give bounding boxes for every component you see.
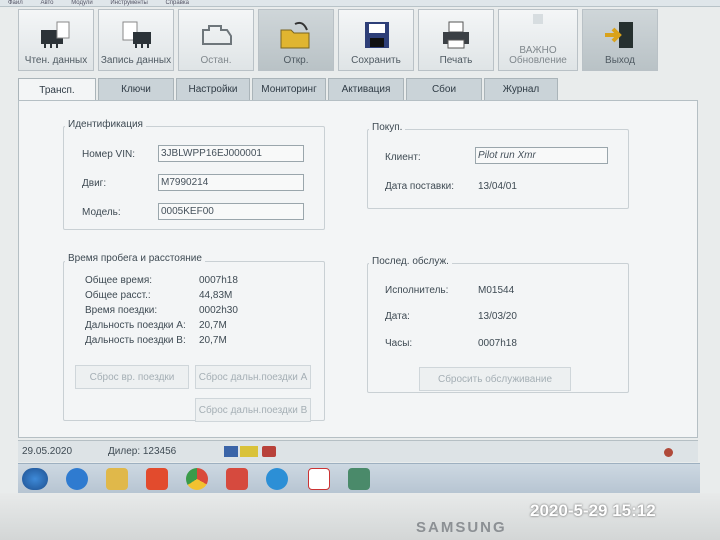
diagnostic-app-icon[interactable] [348, 468, 370, 490]
menu-auto[interactable]: Авто [40, 0, 53, 6]
delivery-date-value: 13/04/01 [478, 181, 517, 192]
start-button-icon[interactable] [22, 468, 48, 490]
update-icon [521, 10, 555, 40]
executor-value: M01544 [478, 285, 515, 296]
tab-log[interactable]: Журнал [484, 78, 558, 100]
engine-stop-icon [199, 20, 233, 50]
read-data-icon [39, 20, 73, 50]
write-data-label: Запись данных [100, 55, 172, 66]
photo-timestamp: 2020-5-29 15:12 [530, 501, 656, 520]
engine-label: Двиг: [82, 178, 107, 189]
trip-time-label: Время поездки: [85, 305, 158, 316]
reset-service-button[interactable]: Сбросить обслуживание [419, 367, 571, 391]
vin-field[interactable]: 3JBLWPP16EJ000001 [158, 145, 304, 162]
floppy-save-icon [359, 20, 393, 50]
transport-panel: Идентификация Номер VIN: 3JBLWPP16EJ0000… [18, 100, 698, 438]
menu-bar: Файл Авто Модули Инструменты Справка [0, 0, 720, 7]
connection-icon [262, 446, 276, 457]
executor-label: Исполнитель: [385, 285, 449, 296]
menu-modules[interactable]: Модули [71, 0, 93, 6]
tab-activation[interactable]: Активация [328, 78, 404, 100]
total-time-label: Общее время: [85, 275, 153, 286]
save-label: Сохранить [351, 55, 401, 66]
write-data-icon [119, 20, 153, 50]
read-data-button[interactable]: Чтен. данных [18, 9, 94, 71]
tab-settings[interactable]: Настройки [176, 78, 250, 100]
open-label: Откр. [283, 55, 309, 66]
trip-a-label: Дальность поездки А: [85, 320, 186, 331]
service-hours-label: Часы: [385, 338, 413, 349]
write-data-button[interactable]: Запись данных [98, 9, 174, 71]
yandex-icon[interactable] [308, 468, 330, 490]
tab-strip: Трансп. Ключи Настройки Мониторинг Актив… [18, 78, 698, 102]
trip-b-value: 20,7M [199, 335, 227, 346]
engine-stop-label: Остан. [200, 55, 232, 66]
delivery-date-label: Дата поставки: [385, 181, 454, 192]
ie-browser-icon[interactable] [66, 468, 88, 490]
service-date-label: Дата: [385, 311, 410, 322]
identification-title: Идентификация [65, 119, 146, 130]
open-button[interactable]: Откр. [258, 9, 334, 71]
menu-tools[interactable]: Инструменты [110, 0, 147, 6]
engine-field[interactable]: M7990214 [158, 174, 304, 191]
model-label: Модель: [82, 207, 121, 218]
reset-trip-time-button[interactable]: Сброс вр. поездки [75, 365, 189, 389]
model-field[interactable]: 0005KEF00 [158, 203, 304, 220]
mileage-title: Время пробега и расстояние [65, 253, 205, 264]
exit-label: Выход [605, 55, 635, 66]
save-button[interactable]: Сохранить [338, 9, 414, 71]
chrome-icon[interactable] [186, 468, 208, 490]
trip-a-value: 20,7M [199, 320, 227, 331]
trip-b-label: Дальность поездки B: [85, 335, 186, 346]
update-button[interactable]: ВАЖНО Обновление [498, 9, 578, 71]
print-label: Печать [439, 55, 473, 66]
status-indicator-icon [664, 448, 673, 457]
engine-stop-button[interactable]: Остан. [178, 9, 254, 71]
open-folder-icon [279, 20, 313, 50]
file-explorer-icon[interactable] [106, 468, 128, 490]
network-icon [224, 446, 238, 457]
tab-faults[interactable]: Сбои [406, 78, 482, 100]
menu-file[interactable]: Файл [8, 0, 23, 6]
tab-transport[interactable]: Трансп. [18, 78, 96, 102]
client-label: Клиент: [385, 152, 421, 163]
taskbar [18, 463, 700, 493]
total-distance-value: 44,83M [199, 290, 233, 301]
total-distance-label: Общее расст.: [85, 290, 151, 301]
trip-time-value: 0002h30 [199, 305, 238, 316]
exit-button[interactable]: Выход [582, 9, 658, 71]
printer-icon [439, 20, 473, 50]
tab-keys[interactable]: Ключи [98, 78, 174, 100]
read-data-label: Чтен. данных [24, 55, 88, 66]
exit-door-icon [603, 20, 637, 50]
purchase-title: Покуп. [369, 122, 406, 133]
purchase-group [367, 129, 629, 209]
media-player-icon[interactable] [146, 468, 168, 490]
client-field[interactable]: Pilot run Xmr [475, 147, 608, 164]
reset-trip-a-button[interactable]: Сброс дальн.поездки А [195, 365, 311, 389]
status-date: 29.05.2020 [22, 446, 73, 457]
reset-trip-b-button[interactable]: Сброс дальн.поездки B [195, 398, 311, 422]
mail-icon[interactable] [266, 468, 288, 490]
monitor-brand: SAMSUNG [416, 519, 507, 536]
status-bar: 29.05.2020 Дилер: 123456 [18, 440, 698, 462]
status-dealer: Дилер: 123456 [108, 446, 177, 457]
last-service-title: Послед. обслуж. [369, 256, 452, 267]
print-button[interactable]: Печать [418, 9, 494, 71]
app-store-icon[interactable] [226, 468, 248, 490]
battery-icon [240, 446, 258, 457]
vin-label: Номер VIN: [82, 149, 136, 160]
service-date-value: 13/03/20 [478, 311, 517, 322]
service-hours-value: 0007h18 [478, 338, 517, 349]
tab-monitoring[interactable]: Мониторинг [252, 78, 326, 100]
monitor-bezel: SAMSUNG 2020-5-29 15:12 [0, 493, 720, 540]
update-label: ВАЖНО Обновление [509, 45, 567, 66]
total-time-value: 0007h18 [199, 275, 238, 286]
menu-help[interactable]: Справка [165, 0, 189, 6]
toolbar: Чтен. данных Запись данных Остан. Откр. … [18, 9, 678, 73]
